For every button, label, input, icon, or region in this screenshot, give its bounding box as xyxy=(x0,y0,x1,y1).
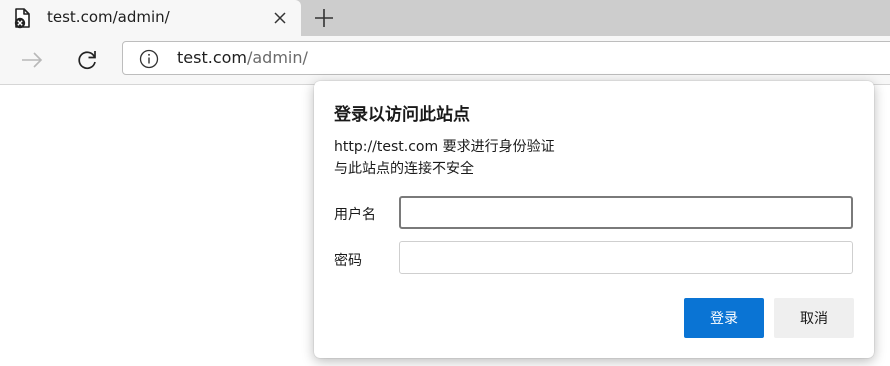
url-host: test.com xyxy=(177,48,247,67)
cancel-button[interactable]: 取消 xyxy=(774,298,854,338)
insecure-page-icon xyxy=(13,6,33,30)
auth-dialog: 登录以访问此站点 http://test.com 要求进行身份验证 与此站点的连… xyxy=(314,81,874,358)
browser-toolbar: test.com/admin/ xyxy=(0,36,890,85)
reload-button[interactable] xyxy=(71,44,103,76)
forward-button[interactable] xyxy=(16,44,48,76)
username-input[interactable] xyxy=(399,196,853,229)
tab-title: test.com/admin/ xyxy=(47,8,170,26)
password-label: 密码 xyxy=(334,253,362,269)
arrow-right-icon xyxy=(22,52,43,68)
tab-strip: test.com/admin/ xyxy=(0,0,890,36)
url-text[interactable]: test.com/admin/ xyxy=(177,48,308,67)
plus-icon xyxy=(315,9,333,27)
auth-message: http://test.com 要求进行身份验证 xyxy=(334,139,555,155)
new-tab-button[interactable] xyxy=(310,4,338,32)
dialog-title: 登录以访问此站点 xyxy=(334,105,470,125)
password-input[interactable] xyxy=(399,241,853,274)
url-path: /admin/ xyxy=(246,48,308,67)
close-icon[interactable] xyxy=(272,10,288,26)
browser-tab[interactable]: test.com/admin/ xyxy=(0,0,301,36)
reload-icon xyxy=(78,51,96,70)
insecure-connection-warning: 与此站点的连接不安全 xyxy=(334,161,474,177)
username-label: 用户名 xyxy=(334,207,376,223)
login-button[interactable]: 登录 xyxy=(684,298,764,338)
address-bar[interactable]: test.com/admin/ xyxy=(122,41,890,75)
info-icon[interactable] xyxy=(139,49,159,69)
